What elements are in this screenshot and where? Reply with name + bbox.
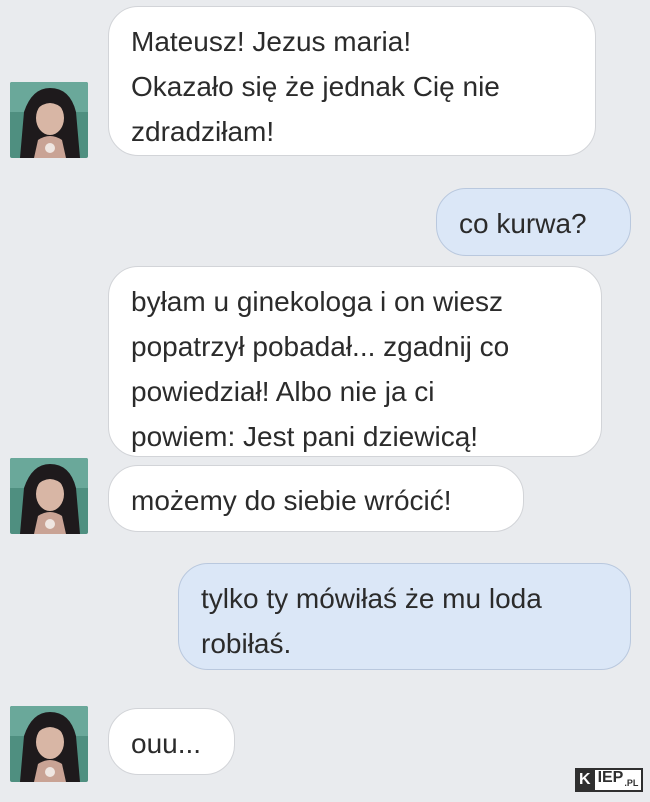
contact-avatar[interactable] xyxy=(10,458,88,534)
avatar-photo-icon xyxy=(10,706,88,782)
message-bubble-outgoing[interactable]: co kurwa? xyxy=(436,188,631,256)
message-bubble-incoming[interactable]: ouu... xyxy=(108,708,235,775)
message-text-line: robiłaś. xyxy=(201,628,292,659)
message-text-line: ouu... xyxy=(131,728,202,759)
message-text-line: Mateusz! Jezus maria! xyxy=(131,26,412,57)
message-text-line: popatrzył pobadał... zgadnij co xyxy=(131,331,510,362)
message-text-line: co kurwa? xyxy=(459,208,587,239)
message-text-line: tylko ty mówiłaś że mu loda xyxy=(201,583,542,614)
message-text-line: zdradziłam! xyxy=(131,116,275,147)
message-text-line: możemy do siebie wrócić! xyxy=(131,485,452,516)
watermark-suffix: .PL xyxy=(624,778,639,788)
watermark-text: IEP .PL xyxy=(594,768,644,792)
chat-thread: Mateusz! Jezus maria! Okazało się że jed… xyxy=(0,0,650,802)
avatar-photo-icon xyxy=(10,82,88,158)
message-text-line: powiedział! Albo nie ja ci xyxy=(131,376,435,407)
message-bubble-outgoing[interactable]: tylko ty mówiłaś że mu loda robiłaś. xyxy=(178,563,631,670)
kiep-watermark-logo: K IEP .PL xyxy=(575,768,644,792)
contact-avatar[interactable] xyxy=(10,82,88,158)
message-text-line: Okazało się że jednak Cię nie xyxy=(131,71,500,102)
message-bubble-incoming[interactable]: byłam u ginekologa i on wiesz popatrzył … xyxy=(108,266,602,457)
watermark-k: K xyxy=(575,768,595,792)
contact-avatar[interactable] xyxy=(10,706,88,782)
message-text-line: byłam u ginekologa i on wiesz xyxy=(131,286,503,317)
message-text-line: powiem: Jest pani dziewicą! xyxy=(131,421,479,452)
watermark-main: IEP xyxy=(597,769,624,786)
message-bubble-incoming[interactable]: Mateusz! Jezus maria! Okazało się że jed… xyxy=(108,6,596,156)
avatar-photo-icon xyxy=(10,458,88,534)
message-bubble-incoming[interactable]: możemy do siebie wrócić! xyxy=(108,465,524,532)
